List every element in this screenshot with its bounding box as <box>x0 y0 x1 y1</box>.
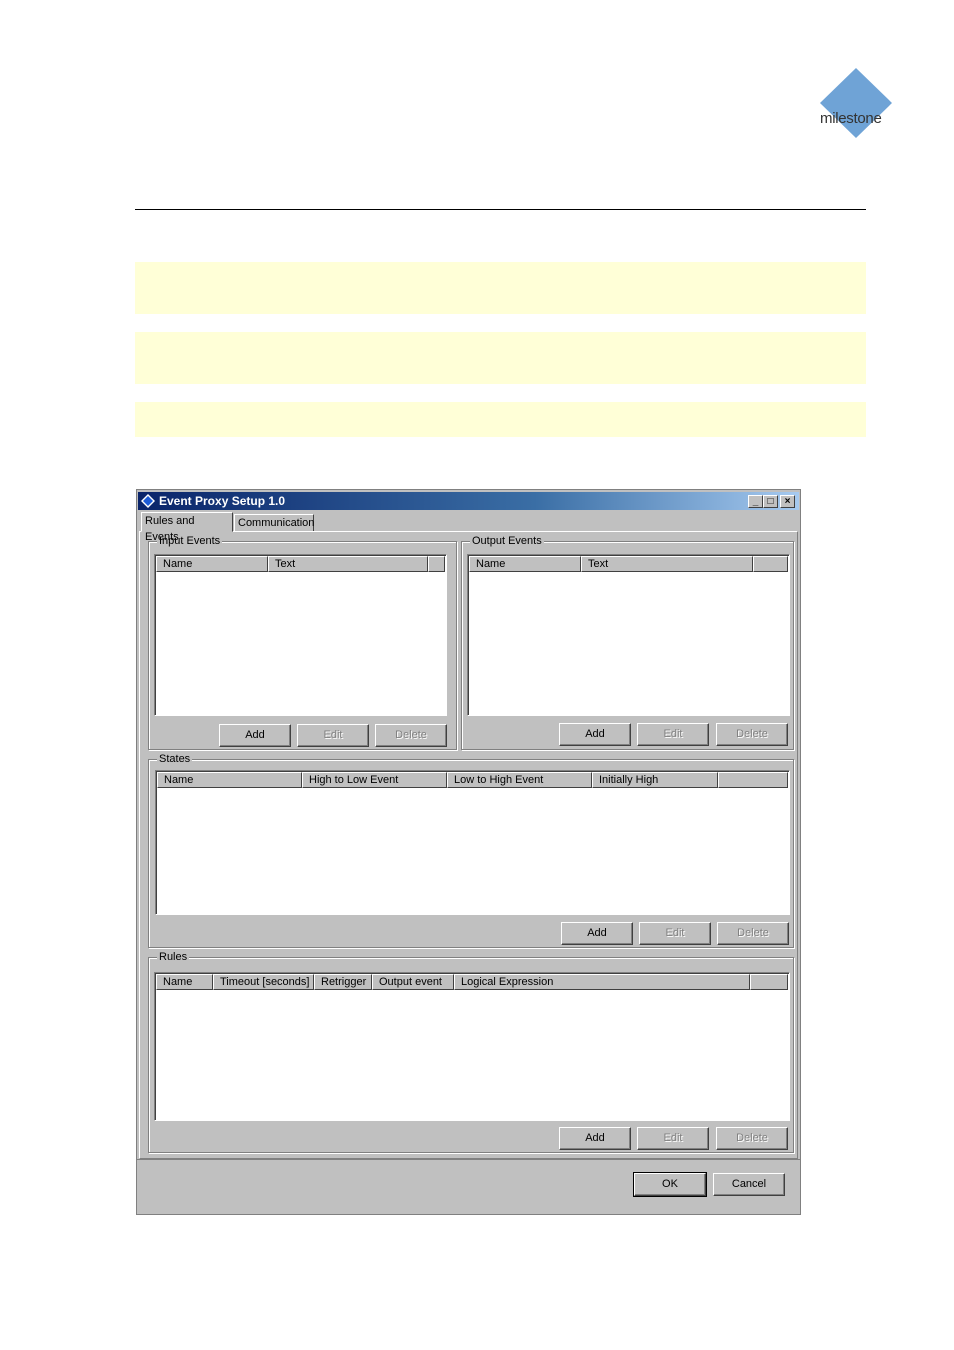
diamond-logo-icon <box>820 68 892 138</box>
column-header-retrigger[interactable]: Retrigger <box>314 974 372 990</box>
title-bar[interactable]: Event Proxy Setup 1.0 _ □ × <box>138 492 799 510</box>
states-list[interactable]: Name High to Low Event Low to High Event… <box>155 770 790 915</box>
milestone-logo: milestone <box>812 66 898 146</box>
note-box-2 <box>135 332 866 384</box>
rules-edit-button[interactable]: Edit <box>637 1127 709 1150</box>
event-proxy-setup-dialog: Event Proxy Setup 1.0 _ □ × Rules and Ev… <box>136 489 801 1215</box>
rules-group: Rules Name Timeout [seconds] Retrigger O… <box>148 950 794 1153</box>
output-events-add-button[interactable]: Add <box>559 723 631 746</box>
logo-text: milestone <box>820 110 882 127</box>
ok-button[interactable]: OK <box>633 1172 707 1197</box>
states-label: States <box>157 752 193 766</box>
column-header-timeout[interactable]: Timeout [seconds] <box>213 974 314 990</box>
column-header-name[interactable]: Name <box>156 556 268 572</box>
output-events-group: Output Events Name Text Add Edit Delete <box>461 534 794 750</box>
column-header-initially-high[interactable]: Initially High <box>592 772 718 788</box>
states-header: Name High to Low Event Low to High Event… <box>157 772 788 788</box>
column-header-filler <box>753 556 788 572</box>
tab-rules-and-events[interactable]: Rules and Events <box>141 512 233 543</box>
rules-label: Rules <box>157 950 190 964</box>
rules-header: Name Timeout [seconds] Retrigger Output … <box>156 974 788 990</box>
column-header-name[interactable]: Name <box>157 772 302 788</box>
column-header-filler <box>428 556 445 572</box>
input-events-add-button[interactable]: Add <box>219 724 291 747</box>
footer-separator <box>137 1159 800 1160</box>
output-events-edit-button[interactable]: Edit <box>637 723 709 746</box>
input-events-group: Input Events Name Text Add Edit Delete <box>148 534 457 750</box>
tab-panel-rules-and-events: Input Events Name Text Add Edit Delete O… <box>139 531 798 1159</box>
note-box-1 <box>135 262 866 314</box>
output-events-header: Name Text <box>469 556 788 572</box>
input-events-list[interactable]: Name Text <box>154 554 447 716</box>
rules-list[interactable]: Name Timeout [seconds] Retrigger Output … <box>154 972 790 1121</box>
window-title: Event Proxy Setup 1.0 <box>159 494 286 508</box>
output-events-delete-button[interactable]: Delete <box>716 723 788 746</box>
column-header-filler <box>750 974 788 990</box>
header-rule <box>135 209 866 210</box>
column-header-output-event[interactable]: Output event <box>372 974 454 990</box>
column-header-logical-expression[interactable]: Logical Expression <box>454 974 750 990</box>
close-button[interactable]: × <box>780 495 795 508</box>
states-group: States Name High to Low Event Low to Hig… <box>148 752 794 948</box>
input-events-edit-button[interactable]: Edit <box>297 724 369 747</box>
output-events-label: Output Events <box>470 534 544 548</box>
column-header-name[interactable]: Name <box>469 556 581 572</box>
tab-communication[interactable]: Communication <box>234 514 314 532</box>
note-box-3 <box>135 402 866 437</box>
rules-add-button[interactable]: Add <box>559 1127 631 1150</box>
column-header-text[interactable]: Text <box>268 556 428 572</box>
column-header-name[interactable]: Name <box>156 974 213 990</box>
column-header-text[interactable]: Text <box>581 556 753 572</box>
input-events-delete-button[interactable]: Delete <box>375 724 447 747</box>
cancel-button[interactable]: Cancel <box>713 1173 785 1196</box>
states-delete-button[interactable]: Delete <box>717 922 789 945</box>
app-diamond-icon <box>141 494 155 508</box>
rules-delete-button[interactable]: Delete <box>716 1127 788 1150</box>
output-events-list[interactable]: Name Text <box>467 554 790 716</box>
column-header-filler <box>718 772 788 788</box>
minimize-button[interactable]: _ <box>748 495 763 508</box>
column-header-high-to-low[interactable]: High to Low Event <box>302 772 447 788</box>
states-edit-button[interactable]: Edit <box>639 922 711 945</box>
input-events-header: Name Text <box>156 556 445 572</box>
column-header-low-to-high[interactable]: Low to High Event <box>447 772 592 788</box>
states-add-button[interactable]: Add <box>561 922 633 945</box>
maximize-button[interactable]: □ <box>763 495 778 508</box>
